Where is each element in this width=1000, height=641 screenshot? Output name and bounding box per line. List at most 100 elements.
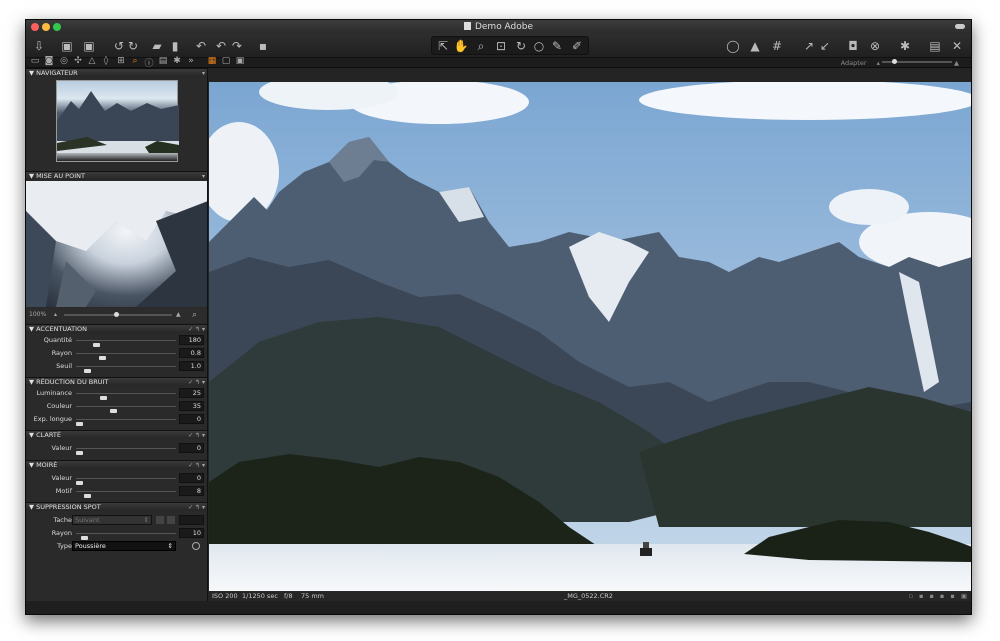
luminance-value[interactable]: 25 [179, 388, 204, 398]
section-title: CLARTÉ [36, 431, 61, 439]
frame-icon[interactable]: ▣ [80, 36, 98, 56]
search-icon[interactable]: ◯ [724, 36, 742, 56]
minimize-window-button[interactable] [42, 23, 50, 31]
section-menu-icon[interactable]: ▾ [202, 69, 205, 78]
section-controls-icon[interactable]: ✓ ↰ ▾ [188, 503, 205, 512]
redo-icon[interactable]: ↷ [228, 36, 246, 56]
crop-tool-icon[interactable]: ⊡ [492, 36, 510, 56]
section-moire[interactable]: ▼ MOIRÉ ✓ ↰ ▾ [26, 460, 207, 470]
adapter-label: Adapter [840, 59, 867, 67]
camera-tab-icon[interactable]: ◙ [44, 56, 54, 66]
rayon-slider[interactable] [76, 353, 176, 360]
circle-tool-icon[interactable]: ○ [530, 36, 548, 56]
info-badge-icon[interactable]: ▪ [254, 36, 272, 56]
window-pill-button[interactable] [955, 24, 965, 29]
loupe-search-icon[interactable]: ⌕ [192, 308, 197, 322]
section-menu-icon[interactable]: ▾ [202, 172, 205, 181]
quantite-value[interactable]: 180 [179, 335, 204, 345]
clarte-valeur-slider[interactable] [76, 448, 176, 455]
copy-arrow-icon[interactable]: ↙ [816, 36, 834, 56]
moire-valeur-slider[interactable] [76, 478, 176, 485]
luminance-slider[interactable] [76, 393, 176, 400]
couleur-value[interactable]: 35 [179, 401, 204, 411]
tache-select[interactable]: Suivant ⇕ [72, 515, 152, 525]
exposure-tab-icon[interactable]: △ [87, 56, 97, 66]
seuil-slider[interactable] [76, 366, 176, 373]
batch-tab-icon[interactable]: ▤ [158, 56, 168, 66]
rayon-label: Rayon [51, 349, 72, 357]
quantite-slider[interactable] [76, 340, 176, 347]
section-mise-au-point[interactable]: ▼ MISE AU POINT ▾ [26, 171, 207, 181]
single-view-icon[interactable]: ▢ [221, 56, 231, 66]
spot-rayon-slider[interactable] [76, 533, 176, 540]
navigator-thumbnail[interactable] [56, 80, 179, 162]
settings-tab-icon[interactable]: ✱ [172, 56, 182, 66]
tache-add-button[interactable] [156, 516, 164, 524]
import-icon[interactable]: ⇩ [30, 36, 48, 56]
clarte-valeur-slider-thumb[interactable] [76, 451, 83, 455]
tache-remove-button[interactable] [167, 516, 175, 524]
focus-preview[interactable] [26, 181, 207, 307]
select-cursor-icon[interactable]: ⇱ [434, 36, 452, 56]
moire-motif-slider-thumb[interactable] [83, 494, 91, 498]
moire-motif-slider[interactable] [76, 491, 176, 498]
view-mode-icons[interactable]: ▫ ▪ ▪ ▪ ▪ ▣ [909, 591, 970, 601]
trash-icon[interactable]: ▮ [166, 36, 184, 56]
settings-gear-icon[interactable]: ✱ [896, 36, 914, 56]
color-tab-icon[interactable]: ✣ [73, 56, 83, 66]
tools-icon[interactable]: ✕ [948, 36, 966, 56]
more-tabs-icon[interactable]: » [186, 56, 196, 66]
spot-type-select[interactable]: Poussière ⇕ [72, 541, 176, 551]
exp-longue-slider[interactable] [76, 419, 176, 426]
exp-longue-slider-thumb[interactable] [76, 422, 83, 426]
folder-tab-icon[interactable]: ▭ [30, 56, 40, 66]
rotate-tool-icon[interactable]: ↻ [512, 36, 530, 56]
seuil-slider-thumb[interactable] [83, 369, 91, 373]
spot-rayon-value[interactable]: 10 [179, 528, 204, 538]
camera-frame-icon[interactable]: ▣ [58, 36, 76, 56]
rotate-right-icon[interactable]: ↻ [124, 36, 142, 56]
clarte-valeur-value[interactable]: 0 [179, 443, 204, 453]
brush-tool-icon[interactable]: ✎ [548, 36, 566, 56]
spot-target-icon[interactable] [192, 542, 200, 550]
section-suppression-spot[interactable]: ▼ SUPPRESSION SPOT ✓ ↰ ▾ [26, 502, 207, 512]
id-card-icon[interactable]: ▤ [926, 36, 944, 56]
moire-valeur-value[interactable]: 0 [179, 473, 204, 483]
section-accentuation[interactable]: ▼ ACCENTUATION ✓ ↰ ▾ [26, 324, 207, 334]
couleur-slider[interactable] [76, 406, 176, 413]
tache-field[interactable] [179, 515, 204, 525]
section-navigateur[interactable]: ▼ NAVIGATEUR ▾ [26, 68, 207, 78]
rayon-value[interactable]: 0.8 [179, 348, 204, 358]
crop-tab-icon[interactable]: ⊞ [116, 56, 126, 66]
zoom-window-button[interactable] [53, 23, 61, 31]
details-tab-active-icon[interactable]: ⌕ [130, 56, 140, 66]
details-tab-icon[interactable]: ◊ [101, 56, 111, 66]
move-to-folder-icon[interactable]: ▰ [148, 36, 166, 56]
cancel-icon[interactable]: ⊗ [866, 36, 884, 56]
undo-icon[interactable]: ↶ [192, 36, 210, 56]
section-controls-icon[interactable]: ✓ ↰ ▾ [188, 325, 205, 334]
grid-view-icon[interactable]: ▦ [207, 56, 217, 66]
lens-tab-icon[interactable]: ◎ [59, 56, 69, 66]
section-reduction-bruit[interactable]: ▼ RÉDUCTION DU BRUIT ✓ ↰ ▾ [26, 377, 207, 387]
warning-icon[interactable]: ▲ [746, 36, 764, 56]
pan-hand-icon[interactable]: ✋ [452, 36, 470, 56]
camera-icon[interactable]: ◘ [844, 36, 862, 56]
close-window-button[interactable] [31, 23, 39, 31]
exp-longue-value[interactable]: 0 [179, 414, 204, 424]
section-controls-icon[interactable]: ✓ ↰ ▾ [188, 431, 205, 440]
section-title: ACCENTUATION [36, 325, 87, 333]
zoom-slider[interactable] [881, 59, 952, 64]
section-clarte[interactable]: ▼ CLARTÉ ✓ ↰ ▾ [26, 430, 207, 440]
section-controls-icon[interactable]: ✓ ↰ ▾ [188, 461, 205, 470]
seuil-value[interactable]: 1.0 [179, 361, 204, 371]
zoom-tool-icon[interactable]: ⌕ [472, 36, 490, 56]
tache-select-value: Suivant [75, 516, 100, 524]
compare-view-icon[interactable]: ▣ [235, 56, 245, 66]
focus-zoom-slider[interactable] [64, 312, 172, 317]
picker-tool-icon[interactable]: ✐ [568, 36, 586, 56]
grid-icon[interactable]: # [768, 36, 786, 56]
moire-motif-value[interactable]: 8 [179, 486, 204, 496]
photo-viewer[interactable] [209, 82, 971, 591]
section-controls-icon[interactable]: ✓ ↰ ▾ [188, 378, 205, 387]
